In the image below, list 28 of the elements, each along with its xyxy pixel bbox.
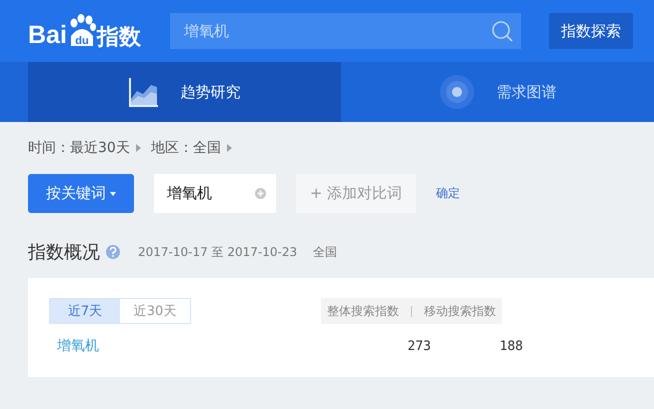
search-field[interactable]: 增氧机 (170, 13, 521, 49)
column-header[interactable]: 移动搜索指数 (424, 302, 496, 320)
index-value: 273 (406, 338, 431, 354)
filter-dropdown[interactable]: 时间：最近30天 (28, 139, 130, 157)
help-icon[interactable] (106, 245, 120, 259)
region-label: 全国 (313, 244, 338, 260)
filter-dropdown[interactable]: 地区：全国 (150, 139, 221, 157)
column-header[interactable]: 整体搜索指数 (327, 302, 399, 320)
explore-button[interactable]: 指数探索 (549, 13, 633, 49)
nav-tab[interactable]: 趋势研究 (180, 82, 240, 102)
confirm-link[interactable]: 确定 (436, 185, 460, 202)
nav-tab[interactable]: 需求图谱 (496, 82, 556, 102)
area-chart-icon (128, 77, 158, 107)
baidu-index-logo[interactable]: Bai du 指数 (28, 14, 170, 48)
keyword-field[interactable]: 增氧机 (154, 174, 276, 213)
target-icon (438, 74, 474, 110)
keyword-mode-button[interactable]: 按关键词 (28, 174, 134, 213)
index-value: 188 (498, 338, 523, 354)
caret-icon (110, 192, 116, 196)
keyword-link[interactable]: 增氧机 (57, 337, 357, 355)
date-range: 2017-10-17 至 2017-10-23 (138, 244, 298, 260)
caret-icon (136, 144, 141, 152)
section-title: 指数概况 (28, 241, 100, 264)
search-icon[interactable] (491, 20, 513, 42)
period-tab[interactable]: 近7天 (50, 299, 120, 323)
add-compare-button[interactable]: + 添加对比词 (296, 174, 416, 213)
caret-icon (226, 144, 232, 152)
add-icon[interactable] (255, 188, 266, 199)
